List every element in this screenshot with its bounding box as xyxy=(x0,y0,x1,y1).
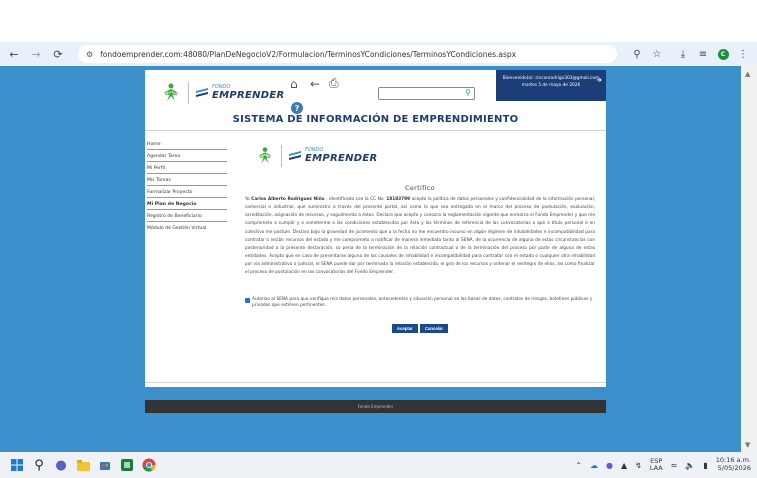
tray-app-icon[interactable]: ▲ xyxy=(621,461,627,470)
search-input[interactable]: ⚲ xyxy=(378,87,475,100)
consent-row: Autorizo al SENA para que verifique mis … xyxy=(245,297,595,311)
help-icon[interactable]: ? xyxy=(291,102,303,114)
volume-icon[interactable]: 🔈 xyxy=(685,461,695,470)
user-greeting: Bienvenido(a) :rinconrodrigo303@gmail.co… xyxy=(502,76,600,81)
certifico-heading: Certifico xyxy=(405,184,435,192)
consent-checkbox[interactable] xyxy=(245,297,250,303)
teams-icon[interactable]: ● xyxy=(52,456,70,474)
vertical-scrollbar[interactable] xyxy=(741,66,757,452)
home-icon[interactable]: ⌂ xyxy=(290,77,298,91)
sidebar-item-registro-de-beneficiario[interactable]: Registro de Beneficiario xyxy=(147,212,227,222)
back-icon[interactable]: ← xyxy=(6,46,22,62)
search-icon[interactable]: ⚲ xyxy=(465,88,471,97)
action-buttons: Aceptar Cancelar xyxy=(245,324,595,334)
sidebar-item-agendar-tarea[interactable]: Agendar Tarea xyxy=(147,152,227,162)
url-text: fondoemprender.com:48080/PlanDeNegocioV2… xyxy=(100,49,517,59)
windows-taskbar: ⚲ ● ⌃ ☁ ● ▲ ↯ ESP LAA ≈ 🔈 ▮ 10:16 a.m. 5… xyxy=(0,452,757,478)
logout-icon[interactable]: ➜ xyxy=(596,75,602,86)
address-bar[interactable]: ⚙ fondoemprender.com:48080/PlanDeNegocio… xyxy=(78,45,617,63)
cancel-button[interactable]: Cancelar xyxy=(419,324,449,334)
svg-text:SENA: SENA xyxy=(165,91,178,96)
usb-icon[interactable]: ↯ xyxy=(635,461,642,470)
site-info-icon[interactable]: ⚙ xyxy=(86,50,93,59)
user-info-box: Bienvenido(a) :rinconrodrigo303@gmail.co… xyxy=(496,70,606,101)
content-area: Home Agendar Tarea Mi Perfil Mis Tareas … xyxy=(145,130,606,387)
system-title: SISTEMA DE INFORMACIÓN DE EMPRENDIMIENTO xyxy=(232,114,519,125)
svg-text:SENA: SENA xyxy=(260,155,271,159)
brand-text: FONDO EMPRENDER xyxy=(305,147,378,165)
print-icon[interactable]: ⎙ xyxy=(329,76,339,91)
header-logo[interactable]: SENA FONDO EMPRENDER xyxy=(160,82,285,104)
brand-text: FONDO EMPRENDER xyxy=(212,84,285,102)
zoom-icon[interactable]: ⚲ xyxy=(629,46,645,62)
file-explorer-icon[interactable] xyxy=(74,456,92,474)
scroll-down-arrow-icon[interactable]: ▼ xyxy=(745,441,750,449)
certifier-name: Carlos Alberto Rodriguez Niño xyxy=(251,197,325,202)
sidebar-item-home[interactable]: Home xyxy=(147,140,227,150)
accept-button[interactable]: Aceptar xyxy=(391,324,418,334)
certification-text: Yo Carlos Alberto Rodriguez Niño , ident… xyxy=(245,197,596,276)
logo-divider xyxy=(281,145,282,167)
site-footer: Fondo Emprender xyxy=(145,400,606,413)
reload-icon[interactable]: ⟳ xyxy=(50,46,66,62)
onedrive-icon[interactable]: ☁ xyxy=(590,461,598,470)
clock-date: 5/05/2026 xyxy=(717,464,751,472)
browser-menu-icon[interactable]: ⋮ xyxy=(735,46,751,62)
sidebar-menu: Home Agendar Tarea Mi Perfil Mis Tareas … xyxy=(147,140,227,235)
sidebar-item-modulo-de-gestion-virtual[interactable]: Módulo de Gestión Virtual xyxy=(147,224,227,233)
sena-logo-icon: SENA xyxy=(257,147,273,164)
terms-logo: SENA FONDO EMPRENDER xyxy=(255,145,595,167)
search-icon[interactable]: ⚲ xyxy=(30,456,48,474)
consent-label: Autorizo al SENA para que verifique mis … xyxy=(252,296,593,309)
sidebar-item-mis-tareas[interactable]: Mis Tareas xyxy=(147,176,227,186)
chrome-icon[interactable] xyxy=(140,456,158,474)
wifi-icon[interactable]: ≈ xyxy=(671,461,678,470)
profile-avatar[interactable]: C xyxy=(715,46,731,62)
teams-tray-icon[interactable]: ● xyxy=(606,461,613,470)
back-arrow-icon[interactable]: ← xyxy=(310,77,320,91)
scroll-up-arrow-icon[interactable]: ▲ xyxy=(745,70,750,78)
battery-icon[interactable]: ▮ xyxy=(703,461,707,470)
windows-start-icon[interactable] xyxy=(8,456,26,474)
sidebar-item-formalizar-proyecto[interactable]: Formalizar Proyecto xyxy=(147,188,227,198)
terms-panel: SENA FONDO EMPRENDER Certifico Yo Carlos… xyxy=(245,139,596,334)
browser-toolbar: ← → ⟳ ⚙ fondoemprender.com:48080/PlanDeN… xyxy=(0,42,757,66)
sena-logo-icon: SENA xyxy=(163,83,179,101)
system-tray: ⌃ ☁ ● ▲ ↯ ESP LAA ≈ 🔈 ▮ 10:16 a.m. 5/05/… xyxy=(567,452,751,478)
app-icon[interactable] xyxy=(118,456,136,474)
clock[interactable]: 10:16 a.m. 5/05/2026 xyxy=(716,456,751,473)
tab-search-icon[interactable]: ≡ xyxy=(695,46,711,62)
chevron-up-icon[interactable]: ⌃ xyxy=(575,461,582,470)
sidebar-item-mi-perfil[interactable]: Mi Perfil xyxy=(147,164,227,174)
bookmark-star-icon[interactable]: ☆ xyxy=(649,46,665,62)
store-icon[interactable] xyxy=(96,456,114,474)
emprender-swoosh-icon xyxy=(289,151,301,160)
emprender-swoosh-icon xyxy=(196,88,208,97)
content-divider xyxy=(145,382,606,383)
site-header: SENA FONDO EMPRENDER ⌂ ← ⎙ ? ⚲ Bienvenid… xyxy=(145,70,606,130)
logo-divider xyxy=(188,82,189,104)
input-language[interactable]: ESP LAA xyxy=(650,457,663,472)
download-icon[interactable]: ⤓ xyxy=(675,46,691,62)
certifier-id: 18183799 xyxy=(386,197,411,202)
current-date: martes 5 de mayo de 2026 xyxy=(521,82,581,88)
forward-icon[interactable]: → xyxy=(28,46,44,62)
sidebar-item-mi-plan-de-negocio[interactable]: Mi Plan de Negocio xyxy=(147,200,227,210)
